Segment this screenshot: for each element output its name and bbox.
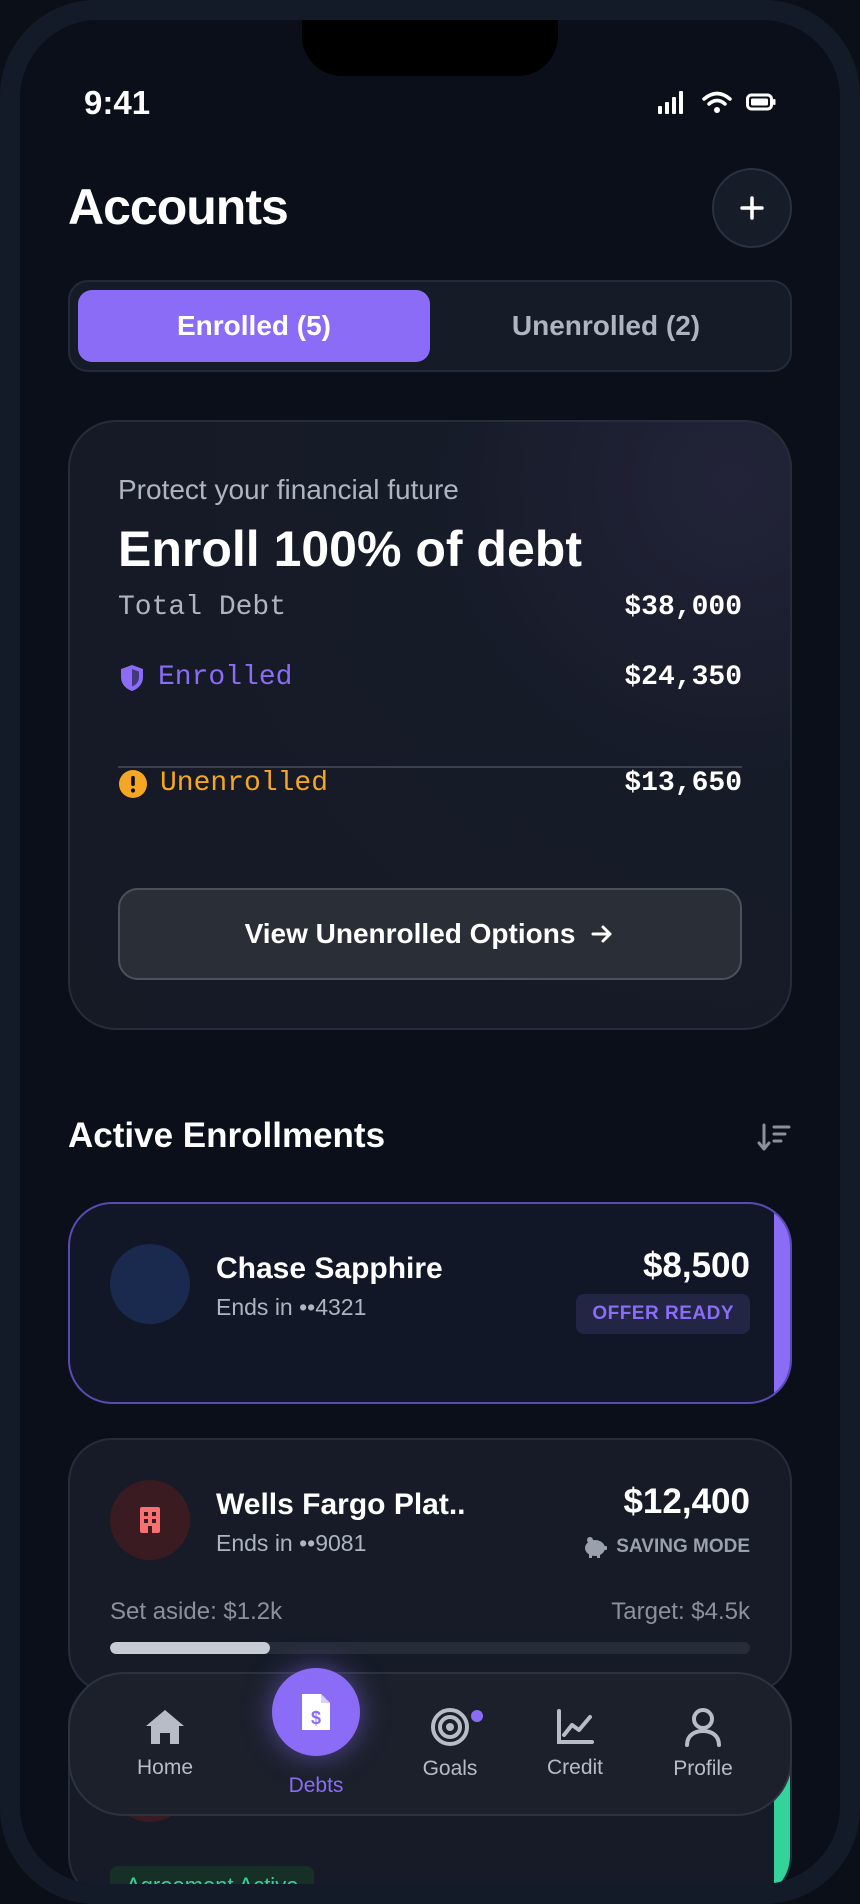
segment-control: Enrolled (5) Unenrolled (2) [68,280,792,372]
account-ends: Ends in ••9081 [216,1530,367,1556]
card-accent [774,1204,790,1402]
bank-avatar [110,1244,190,1324]
tab-goals[interactable]: Goals [395,1674,505,1814]
svg-text:$: $ [311,1708,321,1728]
unenrolled-row: Unenrolled $13,650 [118,768,742,799]
debts-button[interactable]: $ [272,1668,360,1756]
unenrolled-label-wrap: Unenrolled [118,768,328,799]
account-name: Chase Sapphire [216,1252,443,1285]
tab-enrolled[interactable]: Enrolled (5) [78,290,430,362]
view-unenrolled-label: View Unenrolled Options [244,918,576,949]
add-account-button[interactable] [712,168,792,248]
signal-icon [658,91,683,114]
page-title: Accounts [68,179,289,235]
saving-mode-label: SAVING MODE [616,1536,750,1557]
tab-debts-label: Debts [288,1774,344,1797]
unenrolled-value: $13,650 [624,768,742,799]
tab-credit[interactable]: Credit [520,1674,630,1814]
arrow-right-icon [591,925,612,943]
enrolled-value: $24,350 [624,662,742,693]
chart-line-icon [557,1709,594,1744]
phone-frame: 9:41 Accounts Enrolled (5) Unenrolled (2… [0,0,860,1904]
screen: 9:41 Accounts Enrolled (5) Unenrolled (2… [20,20,840,1884]
total-debt-label: Total Debt [118,592,287,623]
total-debt-row: Total Debt $38,000 [118,592,742,623]
enrolled-label-wrap: Enrolled [118,662,292,693]
user-icon [685,1708,721,1747]
section-title: Active Enrollments [68,1116,386,1155]
building-icon [140,1507,160,1533]
account-amount: $12,400 [623,1482,750,1521]
tab-debts[interactable]: $ Debts [256,1668,376,1798]
plus-icon [740,196,764,220]
enroll-promo-card: Protect your financial future Enroll 100… [68,420,792,1030]
tab-credit-label: Credit [546,1756,604,1779]
target-text: Target: $4.5k [611,1598,750,1625]
enrolled-row: Enrolled $24,350 [118,662,742,693]
tab-profile[interactable]: Profile [648,1674,758,1814]
warning-icon [119,769,147,798]
total-debt-value: $38,000 [624,592,742,623]
tab-profile-label: Profile [673,1757,733,1780]
tab-goals-label: Goals [422,1757,478,1780]
status-badge: OFFER READY [576,1294,750,1334]
target-icon [431,1708,469,1746]
shield-icon [121,664,143,691]
status-icons [658,90,776,114]
promo-headline: Enroll 100% of debt [118,521,582,577]
enrolled-label: Enrolled [158,662,293,693]
account-name: Wells Fargo Plat.. [216,1488,466,1521]
tab-unenrolled[interactable]: Unenrolled (2) [430,290,782,362]
tab-home-label: Home [136,1756,194,1779]
progress-fill [110,1642,270,1654]
enrollment-card[interactable]: Wells Fargo Plat.. Ends in ••9081 $12,40… [68,1438,792,1694]
promo-subtitle: Protect your financial future [118,474,459,505]
status-time: 9:41 [84,84,151,121]
sort-icon[interactable] [756,1122,792,1154]
bank-avatar [110,1480,190,1560]
enrollment-card[interactable]: Chase Sapphire Ends in ••4321 $8,500 OFF… [68,1202,792,1404]
battery-icon [746,93,776,111]
tab-home[interactable]: Home [110,1674,220,1814]
document-dollar-icon: $ [302,1694,330,1730]
notification-dot [471,1710,483,1722]
account-amount: $8,500 [642,1246,750,1285]
home-icon [146,1710,184,1744]
view-unenrolled-options-button[interactable]: View Unenrolled Options [118,888,742,980]
savings-progress-bar [110,1642,750,1654]
set-aside-text: Set aside: $1.2k [110,1598,283,1625]
status-badge: SAVING MODE [582,1536,750,1558]
unenrolled-label: Unenrolled [160,768,329,799]
bottom-tab-bar: Home $ Debts Goals Credit Profile [68,1668,792,1816]
status-badge: Agreement Active [110,1866,315,1884]
notch [302,20,558,76]
wifi-icon [702,91,732,113]
account-ends: Ends in ••4321 [216,1294,367,1320]
piggy-bank-icon [585,1537,608,1558]
